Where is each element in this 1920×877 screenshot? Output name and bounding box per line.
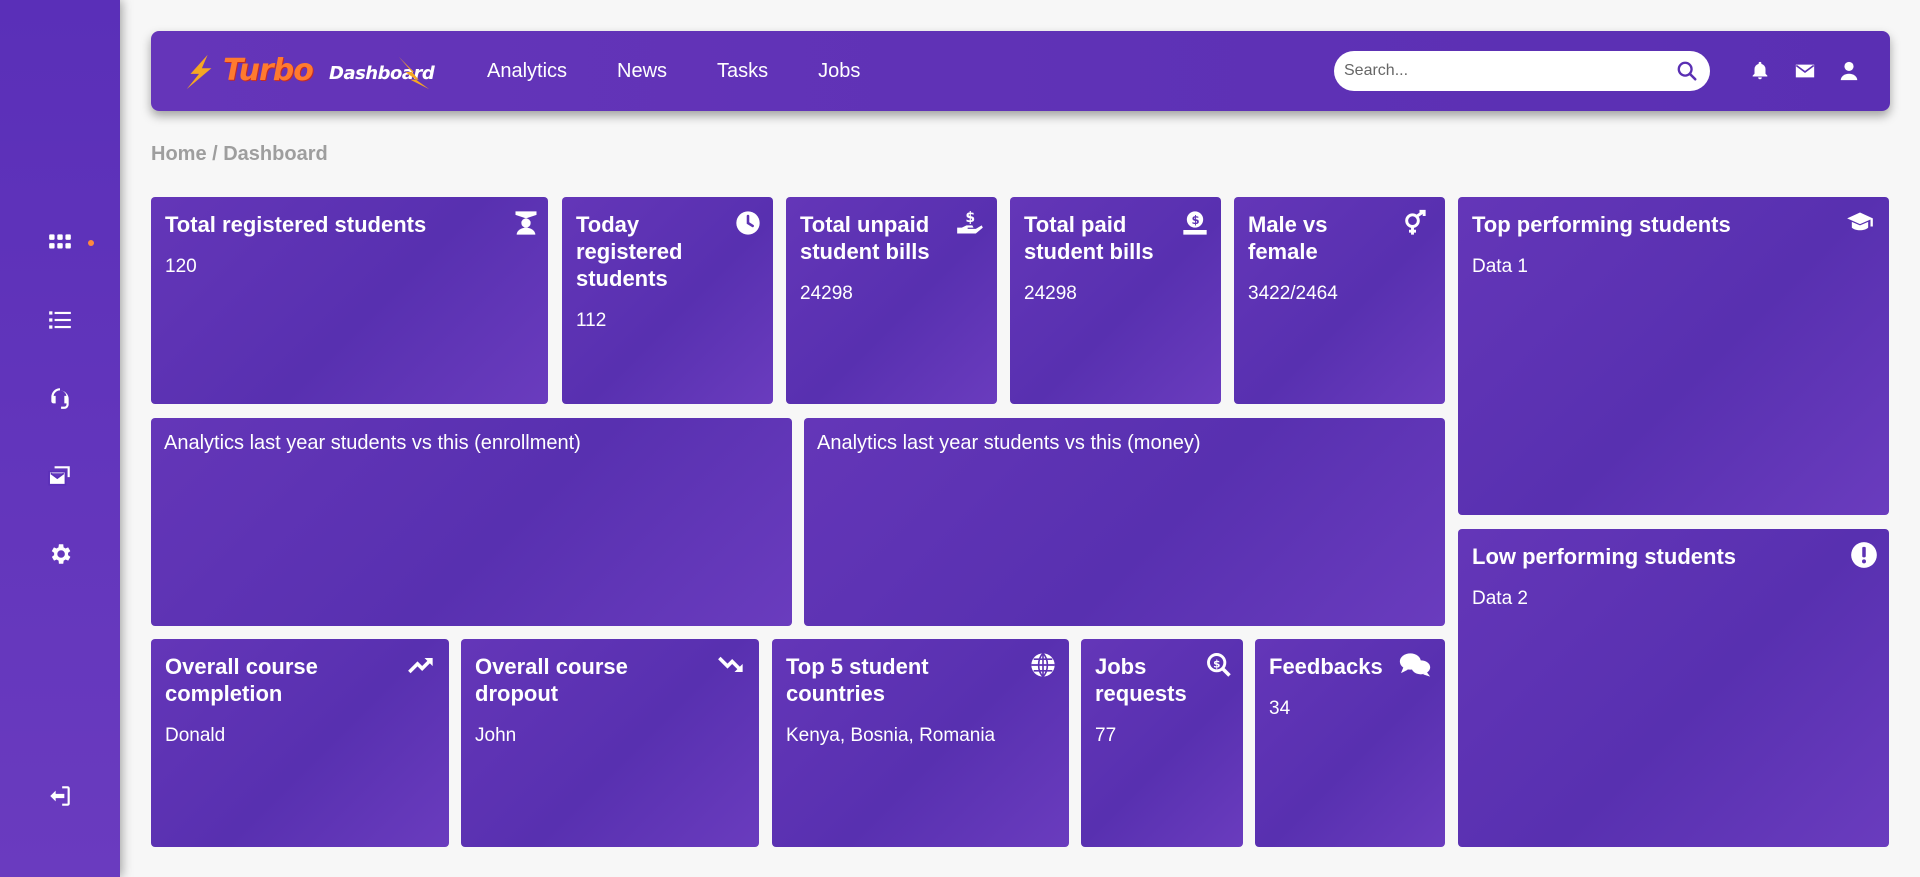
- grid-icon[interactable]: [46, 228, 74, 256]
- card-title: Male vs female: [1248, 212, 1328, 264]
- graduation-cap-icon: [1844, 209, 1876, 237]
- card-value: 77: [1095, 725, 1117, 746]
- card-value: 24298: [1024, 283, 1077, 304]
- chart-title: Analytics last year students vs this (en…: [164, 432, 581, 454]
- svg-text:$: $: [1192, 213, 1200, 227]
- chat-icon: [1398, 651, 1432, 679]
- search-box: [1334, 51, 1710, 91]
- breadcrumb: Home / Dashboard: [151, 143, 328, 165]
- coin-hand-icon: $: [1181, 209, 1209, 237]
- card-total-registered[interactable]: Total registered students 120: [151, 197, 548, 404]
- nav-tasks[interactable]: Tasks: [717, 60, 768, 83]
- card-title: Overall course completion: [165, 654, 318, 706]
- svg-text:$: $: [965, 210, 975, 226]
- card-male-female[interactable]: Male vs female 3422/2464: [1234, 197, 1445, 404]
- card-value: Data 2: [1472, 588, 1528, 609]
- search-dollar-icon: $: [1205, 651, 1233, 679]
- card-title: Total unpaid student bills: [800, 212, 930, 264]
- hand-dollar-icon: $: [956, 209, 984, 237]
- card-today-registered[interactable]: Today registered students 112: [562, 197, 773, 404]
- trend-down-icon: [717, 651, 745, 679]
- headset-icon[interactable]: [46, 384, 74, 412]
- card-title: Feedbacks: [1269, 654, 1383, 679]
- card-course-dropout[interactable]: Overall course dropout John: [461, 639, 759, 847]
- bolt-icon: [186, 54, 212, 90]
- bolt-icon: [398, 56, 430, 90]
- gear-icon[interactable]: [46, 540, 74, 568]
- card-low-performing[interactable]: Low performing students Data 2: [1458, 529, 1889, 847]
- nav-analytics[interactable]: Analytics: [487, 60, 567, 83]
- list-icon[interactable]: [46, 306, 74, 334]
- card-title: Overall course dropout: [475, 654, 628, 706]
- card-title: Top performing students: [1472, 212, 1731, 237]
- mail-cards-icon[interactable]: [46, 462, 74, 490]
- clock-icon: [734, 209, 762, 237]
- card-value: John: [475, 725, 517, 746]
- card-top-performing[interactable]: Top performing students Data 1: [1458, 197, 1889, 515]
- card-total-paid[interactable]: Total paid student bills 24298 $: [1010, 197, 1221, 404]
- card-title: Low performing students: [1472, 544, 1736, 569]
- card-value: 3422/2464: [1248, 283, 1338, 304]
- card-value: 34: [1269, 698, 1291, 719]
- card-title: Today registered students: [576, 212, 683, 291]
- chart-enrollment[interactable]: Analytics last year students vs this (en…: [151, 418, 792, 626]
- card-title: Jobs requests: [1095, 654, 1187, 706]
- card-jobs-requests[interactable]: Jobs requests 77 $: [1081, 639, 1243, 847]
- bell-icon[interactable]: [1749, 60, 1771, 82]
- card-value: 24298: [800, 283, 853, 304]
- card-value: Donald: [165, 725, 226, 746]
- top-navbar: Turbo Dashboard Analytics News Tasks Job…: [151, 31, 1890, 111]
- search-input[interactable]: [1344, 51, 1664, 91]
- globe-icon: [1029, 651, 1057, 679]
- card-value: Kenya, Bosnia, Romania: [786, 725, 996, 746]
- graduate-icon: [512, 209, 540, 237]
- main-nav: Analytics News Tasks Jobs: [487, 31, 910, 111]
- svg-text:$: $: [1213, 658, 1220, 670]
- card-title: Total paid student bills: [1024, 212, 1154, 264]
- trend-up-icon: [407, 651, 435, 679]
- logo[interactable]: Turbo Dashboard: [181, 49, 435, 93]
- chart-title: Analytics last year students vs this (mo…: [817, 432, 1201, 454]
- notification-dot: [88, 240, 94, 246]
- card-value: 120: [165, 256, 197, 277]
- card-feedbacks[interactable]: Feedbacks 34: [1255, 639, 1445, 847]
- logo-text-turbo: Turbo: [223, 53, 314, 88]
- envelope-icon[interactable]: [1794, 60, 1816, 82]
- logout-icon[interactable]: [46, 782, 74, 810]
- card-title: Total registered students: [165, 212, 427, 237]
- card-value: 112: [576, 310, 607, 331]
- user-icon[interactable]: [1838, 60, 1860, 82]
- gender-icon: [1402, 209, 1430, 237]
- card-total-unpaid[interactable]: Total unpaid student bills 24298 $: [786, 197, 997, 404]
- card-value: Data 1: [1472, 256, 1528, 277]
- search-icon[interactable]: [1676, 60, 1698, 82]
- chart-money[interactable]: Analytics last year students vs this (mo…: [804, 418, 1445, 626]
- sidebar: [0, 0, 120, 877]
- exclamation-icon: [1850, 541, 1878, 569]
- nav-news[interactable]: News: [617, 60, 667, 83]
- card-title: Top 5 student countries: [786, 654, 929, 706]
- card-course-completion[interactable]: Overall course completion Donald: [151, 639, 449, 847]
- nav-jobs[interactable]: Jobs: [818, 60, 860, 83]
- card-top-countries[interactable]: Top 5 student countries Kenya, Bosnia, R…: [772, 639, 1069, 847]
